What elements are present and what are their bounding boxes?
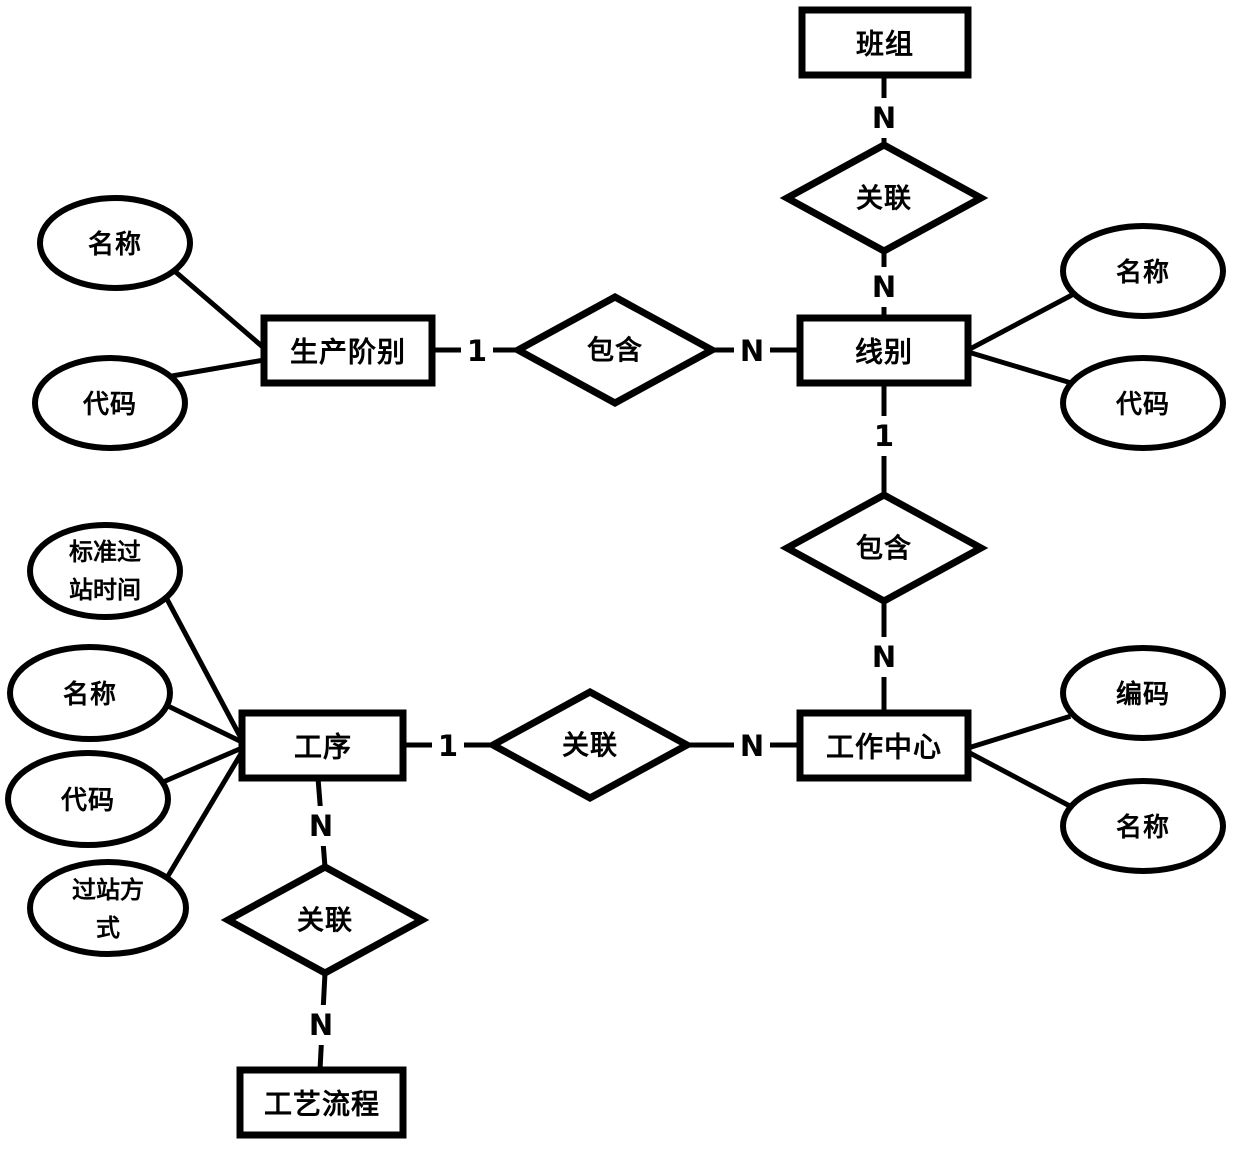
cardinality-guanlian-gongzuo: N: [734, 726, 770, 766]
attribute-gongxu-biaozhun-line1: 标准过: [69, 538, 141, 566]
cardinality-gongxu-guanlian-text: 1: [438, 729, 458, 763]
entity-gongzuo-zhongxin-label: 工作中心: [826, 731, 942, 764]
attribute-gongzuo-mingcheng[interactable]: 名称: [1060, 778, 1226, 874]
attribute-gongxu-mingcheng-label: 名称: [63, 679, 117, 710]
edge-attr-gx-daima: [159, 744, 246, 786]
relationship-baohan-mid[interactable]: 包含: [779, 491, 989, 605]
edge-attr-gz-bianma: [964, 713, 1072, 752]
relationship-gongxu-gongyi-label: 关联: [297, 906, 353, 937]
edge-attr-sc-mingcheng: [174, 270, 268, 352]
attribute-gongzuo-bianma-label: 编码: [1116, 679, 1170, 710]
cardinality-xianbie-baohan-mid: 1: [868, 416, 900, 456]
cardinality-gongxu-down-text: N: [309, 809, 333, 843]
relationship-baohan-top[interactable]: 包含: [510, 293, 720, 407]
entity-banzu[interactable]: 班组: [798, 6, 972, 79]
attribute-xianbie-mingcheng-label: 名称: [1116, 257, 1170, 288]
cardinality-baohan-mid-gongzuo-text: N: [872, 640, 896, 674]
relationship-banzu-xianbie[interactable]: 关联: [779, 141, 989, 255]
entity-gongxu-label: 工序: [294, 731, 352, 764]
entity-gongyi-liucheng[interactable]: 工艺流程: [236, 1066, 407, 1139]
cardinality-banzu-guanlian-text: N: [872, 101, 896, 135]
attribute-xianbie-daima[interactable]: 代码: [1060, 355, 1226, 451]
attribute-gongxu-biaozhun-guozhan-shijian[interactable]: 标准过 站时间: [27, 522, 183, 620]
entity-gongyi-liucheng-label: 工艺流程: [264, 1088, 380, 1121]
cardinality-baohan-mid-gongzuo: N: [866, 637, 902, 677]
cardinality-baohan-xianbie-text: N: [740, 334, 764, 368]
relationship-baohan-mid-label: 包含: [856, 533, 912, 565]
cardinality-xianbie-baohan-mid-text: 1: [874, 419, 894, 453]
entity-gongzuo-zhongxin[interactable]: 工作中心: [796, 709, 972, 782]
cardinality-guanlian-gongzuo-text: N: [740, 729, 764, 763]
relationship-gongxu-gongzuo-label: 关联: [562, 731, 618, 762]
cardinality-guanlian-xianbie-text: N: [872, 270, 896, 304]
attribute-xianbie-mingcheng[interactable]: 名称: [1060, 223, 1226, 319]
attribute-gongxu-guozhan-line2: 式: [96, 914, 120, 942]
er-diagram-canvas: 班组 生产阶别 线别 工序 工作中心 工艺流程 关联 包含 包含 关联 关联 名…: [0, 0, 1240, 1150]
entity-xianbie[interactable]: 线别: [796, 314, 972, 387]
cardinality-guanlian-gongyi-text: N: [309, 1008, 333, 1042]
attribute-xianbie-daima-label: 代码: [1115, 390, 1170, 420]
entity-shengchan-jiebie-label: 生产阶别: [290, 336, 406, 369]
cardinality-shengchan-baohan: 1: [461, 331, 493, 371]
edge-attr-xb-mingcheng: [964, 292, 1074, 354]
attribute-gongzuo-mingcheng-label: 名称: [1116, 812, 1170, 843]
cardinality-baohan-xianbie: N: [734, 331, 770, 371]
cardinality-gongxu-down: N: [303, 806, 339, 846]
attribute-shengchan-mingcheng[interactable]: 名称: [37, 195, 193, 291]
attribute-gongxu-daima-label: 代码: [60, 786, 115, 816]
er-diagram-svg: 班组 生产阶别 线别 工序 工作中心 工艺流程 关联 包含 包含 关联 关联 名…: [5, 6, 1226, 1139]
relationship-banzu-xianbie-label: 关联: [856, 184, 912, 215]
relationship-baohan-top-label: 包含: [587, 335, 643, 367]
cardinality-guanlian-gongyi: N: [303, 1005, 339, 1045]
attribute-gongxu-guozhan-line1: 过站方: [72, 876, 144, 904]
cardinality-banzu-guanlian: N: [866, 98, 902, 138]
cardinality-guanlian-xianbie: N: [866, 267, 902, 307]
attribute-shengchan-mingcheng-label: 名称: [88, 229, 142, 260]
entity-xianbie-label: 线别: [855, 336, 913, 369]
edge-attr-gz-mingcheng: [964, 748, 1072, 809]
attribute-gongxu-biaozhun-line2: 站时间: [69, 576, 141, 604]
attribute-gongxu-mingcheng[interactable]: 名称: [7, 644, 173, 742]
attribute-gongxu-daima[interactable]: 代码: [5, 750, 171, 848]
attribute-shengchan-daima[interactable]: 代码: [32, 355, 188, 451]
entity-gongxu[interactable]: 工序: [238, 709, 407, 782]
relationship-gongxu-gongyi[interactable]: 关联: [220, 863, 430, 977]
edge-attr-gx-guozhan: [161, 748, 246, 885]
attribute-gongzuo-bianma[interactable]: 编码: [1060, 645, 1226, 741]
attribute-gongxu-guozhan-fangshi[interactable]: 过站方 式: [27, 859, 189, 957]
entity-shengchan-jiebie[interactable]: 生产阶别: [260, 314, 436, 387]
edge-attr-xb-daima: [964, 348, 1072, 386]
edge-attr-gx-biaozhun: [164, 597, 246, 744]
cardinality-gongxu-guanlian: 1: [432, 726, 464, 766]
attribute-shengchan-daima-label: 代码: [82, 390, 137, 420]
cardinality-shengchan-baohan-text: 1: [467, 334, 487, 368]
edge-attr-sc-daima: [169, 357, 267, 379]
relationship-gongxu-gongzuo[interactable]: 关联: [485, 688, 695, 802]
entity-banzu-label: 班组: [856, 28, 914, 61]
